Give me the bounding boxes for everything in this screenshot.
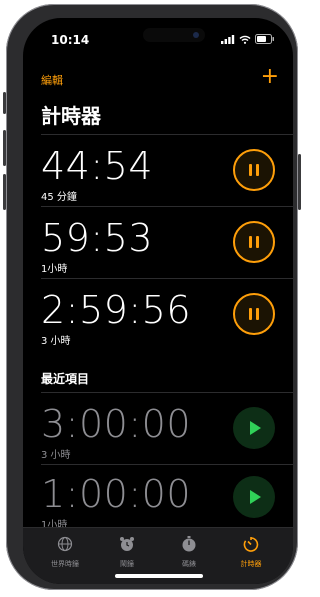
timer-label: 1小時 xyxy=(41,264,68,275)
timer-duration: 1:00:00 xyxy=(41,472,191,516)
tab-label: 碼錶 xyxy=(182,560,196,568)
divider xyxy=(41,464,293,465)
recent-timer-row[interactable]: 1:00:00 1小時 xyxy=(23,464,293,531)
recent-timer-row[interactable]: 3:00:00 3 小時 xyxy=(23,392,293,464)
pause-button[interactable] xyxy=(233,293,275,335)
timer-remaining: 59:53 xyxy=(41,216,154,260)
tab-label: 鬧鐘 xyxy=(120,560,134,568)
tab-alarm[interactable]: 鬧鐘 xyxy=(95,536,159,569)
tab-stopwatch[interactable]: 碼錶 xyxy=(157,536,221,569)
divider xyxy=(41,392,293,393)
timer-label: 3 小時 xyxy=(41,336,71,347)
timer-remaining: 44:54 xyxy=(41,144,154,188)
start-button[interactable] xyxy=(233,476,275,518)
status-bar: 10:14 xyxy=(23,32,293,52)
pause-icon xyxy=(249,164,259,176)
tab-timer[interactable]: 計時器 xyxy=(219,536,283,569)
timer-label: 3 小時 xyxy=(41,450,71,461)
add-timer-button[interactable]: + xyxy=(261,66,279,88)
play-icon xyxy=(250,490,261,504)
tab-label: 計時器 xyxy=(240,560,262,568)
stopwatch-icon xyxy=(182,536,196,552)
divider xyxy=(41,134,293,135)
active-timer-row[interactable]: 44:54 45 分鐘 xyxy=(23,134,293,206)
active-timer-row[interactable]: 59:53 1小時 xyxy=(23,206,293,278)
timer-icon xyxy=(243,537,259,552)
battery-icon xyxy=(255,34,274,44)
status-time: 10:14 xyxy=(51,33,90,47)
globe-icon xyxy=(57,536,73,552)
tab-label: 世界時鐘 xyxy=(51,560,79,568)
navigation-bar: 編輯 + xyxy=(23,66,293,90)
pause-icon xyxy=(249,308,259,320)
pause-icon xyxy=(249,236,259,248)
volume-up-button xyxy=(3,130,6,166)
home-indicator[interactable] xyxy=(115,574,203,578)
page-title: 計時器 xyxy=(41,104,101,128)
wifi-icon xyxy=(239,35,251,44)
tab-world-clock[interactable]: 世界時鐘 xyxy=(33,536,97,569)
volume-down-button xyxy=(3,174,6,210)
divider xyxy=(41,206,293,207)
phone-frame: 10:14 編輯 + 計時器 44:54 45 分鐘 59:53 1小時 2:5… xyxy=(3,4,301,590)
pause-button[interactable] xyxy=(233,221,275,263)
mute-switch xyxy=(3,92,6,114)
timer-label: 45 分鐘 xyxy=(41,192,77,203)
pause-button[interactable] xyxy=(233,149,275,191)
timer-remaining: 2:59:56 xyxy=(41,288,191,332)
play-icon xyxy=(250,421,261,435)
alarm-icon xyxy=(120,537,134,551)
tab-bar: 世界時鐘 鬧鐘 碼錶 計時器 xyxy=(23,527,293,584)
edit-button[interactable]: 編輯 xyxy=(41,72,63,88)
active-timer-row[interactable]: 2:59:56 3 小時 xyxy=(23,278,293,350)
screen: 10:14 編輯 + 計時器 44:54 45 分鐘 59:53 1小時 2:5… xyxy=(23,18,293,584)
power-button xyxy=(298,154,301,210)
divider xyxy=(41,278,293,279)
recents-section-title: 最近項目 xyxy=(41,372,90,386)
timer-duration: 3:00:00 xyxy=(41,402,191,446)
start-button[interactable] xyxy=(233,407,275,449)
cellular-signal-icon xyxy=(221,34,235,44)
